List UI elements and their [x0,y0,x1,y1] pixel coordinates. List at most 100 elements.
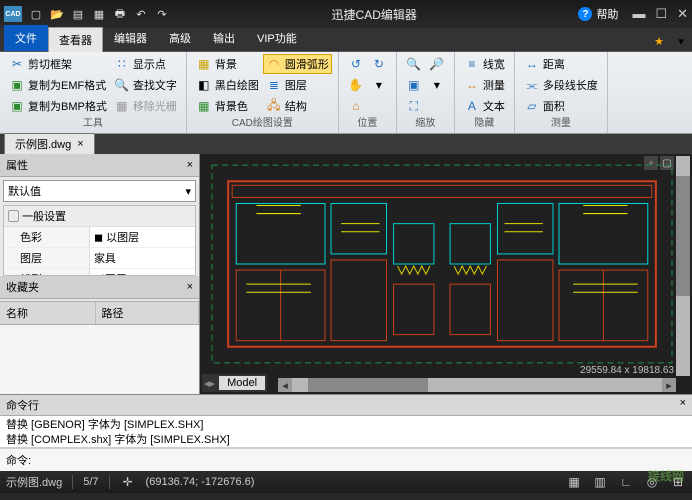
tab-output[interactable]: 输出 [202,25,246,51]
structure-label: 结构 [285,98,307,114]
rotate-right-icon: ↻ [371,56,387,72]
zoom-window-button[interactable]: ▣ [403,75,425,95]
pan-right-button[interactable]: ↻ [368,54,390,74]
copy-emf-button[interactable]: ▣复制为EMF格式 [6,75,110,95]
layers-button[interactable]: ≣图层 [263,75,332,95]
ribbon-expand-icon[interactable]: ▾ [670,31,692,51]
tab-file[interactable]: 文件 [4,25,48,51]
panel-close-icon[interactable]: × [187,159,193,171]
cut-frame-button[interactable]: ✂剪切框架 [6,54,110,74]
zoom-out-button[interactable]: 🔎 [426,54,448,74]
area-button[interactable]: ▱面积 [521,96,601,116]
print-icon[interactable]: 🖶 [112,6,128,22]
document-tab[interactable]: 示例图.dwg× [4,133,95,155]
command-close-icon[interactable]: × [680,397,686,413]
smooth-arc-button[interactable]: ◠圆滑弧形 [263,54,332,74]
maximize-button[interactable]: ☐ [655,6,667,22]
new-icon[interactable]: ▢ [28,6,44,22]
ribbon-tabs: 文件 查看器 编辑器 高级 输出 VIP功能 ★ ▾ [0,28,692,52]
background-button[interactable]: ▦背景 [193,54,262,74]
h-scrollbar[interactable]: ◂▸ [278,378,676,392]
lineweight-label: 线宽 [483,56,505,72]
status-file: 示例图.dwg [6,474,62,490]
scroll-thumb[interactable] [676,176,690,296]
model-tab[interactable]: Model [219,376,265,390]
points-icon: ∷ [114,56,130,72]
ortho-icon[interactable]: ∟ [618,474,634,490]
dimension-button[interactable]: ↔测量 [461,75,508,95]
raster-icon: ▦ [114,98,130,114]
prop-linetype[interactable]: 线型以图层 [4,269,195,276]
window-controls: ▬ ☐ ✕ [632,6,688,22]
polyline-button[interactable]: ⫘多段线长度 [521,75,601,95]
tab-editor[interactable]: 编辑器 [103,25,158,51]
floorplan-svg [210,162,674,366]
col-path[interactable]: 路径 [96,302,199,324]
ribbon-group-zoom-label: 缩放 [403,117,448,131]
tab-vip[interactable]: VIP功能 [246,25,308,51]
bgcolor-button[interactable]: ▦背景色 [193,96,262,116]
pan-button[interactable]: ✋ [345,75,367,95]
ribbon-group-position-label: 位置 [345,117,390,131]
find-text-button[interactable]: 🔍查找文字 [111,75,180,95]
scroll-right-icon[interactable]: ▸ [662,378,676,392]
ribbon-group-zoom: 🔍 ▣ ⛶ 🔎 ▾ 缩放 [397,52,455,133]
favorite-icon[interactable]: ★ [648,31,670,51]
blackwhite-button[interactable]: ◧黑白绘图 [193,75,262,95]
undo-icon[interactable]: ↶ [133,6,149,22]
redo-icon[interactable]: ↷ [154,6,170,22]
tab-advanced[interactable]: 高级 [158,25,202,51]
polyline-icon: ⫘ [524,77,540,93]
grid-icon[interactable]: ▥ [592,474,608,490]
drawing-canvas[interactable]: ▫ ▢ × [200,154,692,394]
zoom-all-button[interactable]: ⛶ [403,96,425,116]
favorites-body [0,325,199,394]
default-selector[interactable]: 默认值▾ [3,180,196,202]
v-scrollbar[interactable] [676,156,690,376]
pan-left-button[interactable]: ↺ [345,54,367,74]
structure-button[interactable]: 🖧结构 [263,96,332,116]
copy-bmp-button[interactable]: ▣复制为BMP格式 [6,96,110,116]
snap-icon[interactable]: ▦ [566,474,582,490]
ribbon-group-measure: ↔距离 ⫘多段线长度 ▱面积 测量 [515,52,608,133]
minimize-button[interactable]: ▬ [632,6,645,22]
zoom-in-button[interactable]: 🔍 [403,54,425,74]
saveas-icon[interactable]: ▦ [91,6,107,22]
favorites-columns: 名称 路径 [0,301,199,325]
properties-header: 属性× [0,154,199,177]
scroll-thumb[interactable] [308,378,428,392]
tab-viewer[interactable]: 查看器 [48,27,103,52]
distance-button[interactable]: ↔距离 [521,54,601,74]
zoom-all-icon: ⛶ [406,98,422,114]
open-icon[interactable]: 📂 [49,6,65,22]
document-close-icon[interactable]: × [77,138,83,150]
text-button[interactable]: A文本 [461,96,508,116]
save-icon[interactable]: ▤ [70,6,86,22]
prop-color[interactable]: 色彩◼ 以图层 [4,227,195,248]
home-button[interactable]: ⌂ [345,96,367,116]
bw-icon: ◧ [196,77,212,93]
zoom-dd-button[interactable]: ▾ [426,75,448,95]
col-name[interactable]: 名称 [0,302,96,324]
favorites-close-icon[interactable]: × [187,281,193,293]
floor-plan [210,162,674,366]
text-icon: A [464,98,480,114]
ribbon-group-tools: ✂剪切框架 ▣复制为EMF格式 ▣复制为BMP格式 ∷显示点 🔍查找文字 ▦移除… [0,52,187,133]
property-category[interactable]: ▢ 一般设置 [4,206,195,227]
prop-layer[interactable]: 图层家具 [4,248,195,269]
ribbon-group-cad-label: CAD绘图设置 [193,117,332,131]
layout-next-icon[interactable]: ▸ [210,377,216,390]
scroll-left-icon[interactable]: ◂ [278,378,292,392]
osnap-icon[interactable]: ⊞ [670,474,686,490]
workspace: 属性× 默认值▾ ▢ 一般设置 色彩◼ 以图层 图层家具 线型以图层 线型比例1… [0,154,692,394]
pan-dd-button[interactable]: ▾ [368,75,390,95]
lineweight-button[interactable]: ≡线宽 [461,54,508,74]
help-button[interactable]: ?帮助 [578,6,618,22]
arc-icon: ◠ [266,56,282,72]
show-points-button[interactable]: ∷显示点 [111,54,180,74]
polar-icon[interactable]: ◎ [644,474,660,490]
command-input[interactable] [31,452,686,468]
command-title: 命令行 [6,397,39,413]
layers-icon: ≣ [266,77,282,93]
close-button[interactable]: ✕ [677,6,688,22]
